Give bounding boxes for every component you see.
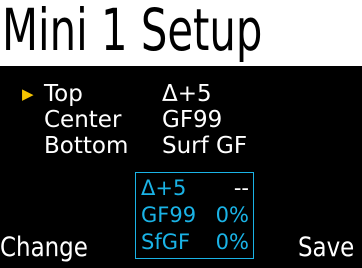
readout-value: --	[233, 176, 249, 200]
readout-row: Δ+5 --	[136, 175, 255, 201]
readout-row: SfGF 0%	[136, 229, 255, 255]
setting-row-bottom[interactable]: Bottom Surf GF	[0, 133, 362, 159]
change-button[interactable]: Change	[0, 232, 88, 264]
readout-value: 0%	[215, 203, 249, 227]
setting-value: Δ+5	[162, 81, 212, 107]
setting-row-top[interactable]: ▶ Top Δ+5	[0, 81, 362, 107]
readout-name: GF99	[141, 203, 197, 227]
selection-cursor-icon: ▶	[22, 85, 34, 103]
readout-name: Δ+5	[141, 176, 187, 200]
page-title: Mini 1 Setup	[2, 0, 263, 64]
setting-value: Surf GF	[162, 133, 248, 159]
setting-label: Top	[44, 81, 83, 107]
readout-row: GF99 0%	[136, 202, 255, 228]
preview-readout: Δ+5 -- GF99 0% SfGF 0%	[135, 172, 254, 259]
save-button[interactable]: Save	[298, 232, 354, 264]
readout-name: SfGF	[141, 230, 191, 254]
title-bar: Mini 1 Setup	[0, 0, 362, 66]
readout-value: 0%	[215, 230, 249, 254]
setting-value: GF99	[162, 107, 223, 133]
setting-label: Center	[44, 107, 122, 133]
setting-label: Bottom	[44, 133, 129, 159]
setting-row-center[interactable]: Center GF99	[0, 107, 362, 133]
